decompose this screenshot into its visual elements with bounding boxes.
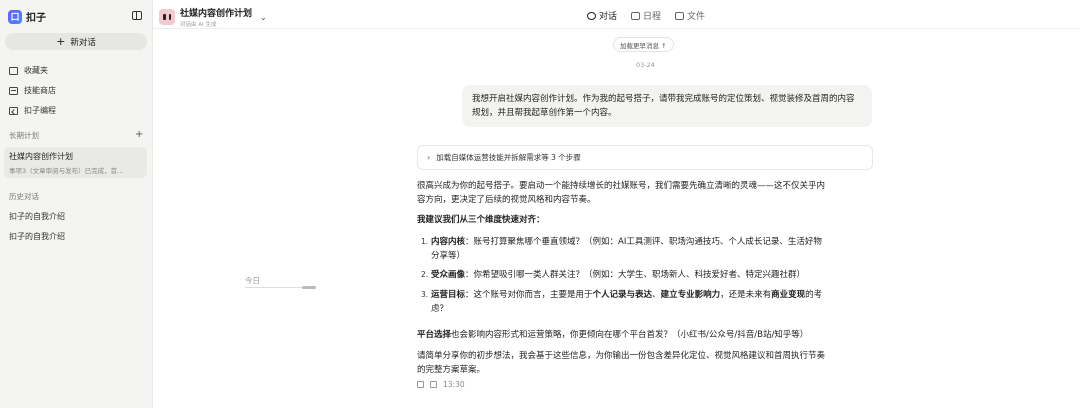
- timeline-handle[interactable]: [302, 286, 316, 289]
- copy-icon[interactable]: [417, 381, 424, 388]
- list-item-text: ：你希望吸引哪一类人群关注？（例如：大学生、职场新人、科技爱好者、特定兴趣社群）: [465, 270, 806, 280]
- list-item-text: 的考: [805, 290, 823, 300]
- list-item-bold: 个人记录与表达: [592, 290, 653, 300]
- app-name: 扣子: [26, 13, 46, 24]
- sidebar-item-coding[interactable]: 扣子编程: [9, 105, 56, 116]
- tab-schedule[interactable]: 日程: [631, 9, 661, 22]
- new-chat-button[interactable]: + 新对话: [5, 33, 147, 50]
- history-item[interactable]: 扣子的自我介绍: [9, 211, 65, 222]
- tab-chat[interactable]: 对话: [587, 9, 617, 22]
- platform-text: 也会影响内容形式和运营策略，你更倾向在哪个平台首发？（小红书/公众号/抖音/B站…: [451, 330, 809, 340]
- code-icon: [9, 106, 18, 115]
- history-heading: 历史对话: [9, 192, 39, 201]
- tab-label: 日程: [643, 12, 662, 22]
- answer-intro-line: 容方向，更决定了后续的视觉风格和内容节奏。: [417, 195, 596, 205]
- new-chat-label: 新对话: [70, 37, 96, 48]
- sidebar-item-skill-store[interactable]: 技能商店: [9, 85, 56, 96]
- header-divider: [153, 28, 1080, 29]
- steps-summary-label: 加载自媒体运营技能并拆解需求等 3 个步骤: [436, 153, 581, 162]
- sidebar-item-favorites[interactable]: 收藏夹: [9, 65, 48, 76]
- tab-label: 对话: [599, 12, 618, 22]
- chat-icon: [587, 11, 596, 20]
- history-item[interactable]: 扣子的自我介绍: [9, 231, 65, 242]
- answer-heading: 我建议我们从三个维度快速对齐：: [417, 213, 877, 227]
- list-item: 2. 受众画像：你希望吸引哪一类人群关注？（例如：大学生、职场新人、科技爱好者、…: [417, 268, 877, 282]
- plan-title: 社媒内容创作计划: [9, 152, 73, 161]
- chat-title: 社媒内容创作计划: [180, 9, 253, 19]
- list-item: 1. 内容内核：账号打算聚焦哪个垂直领域？（例如：AI工具测评、职场沟通技巧、个…: [417, 235, 877, 263]
- answer-closing-line: 的完整方案草案。: [417, 365, 486, 375]
- date-separator: 03-24: [636, 61, 655, 69]
- list-number: 2.: [421, 270, 429, 279]
- list-item-text: 虑？: [431, 304, 449, 314]
- list-item-bold: 建立专业影响力: [660, 290, 721, 300]
- message-actions: 13:30: [417, 380, 465, 389]
- plan-subtitle: 事项3（文章审阅与发布）已完成，首...: [9, 167, 124, 175]
- app-logo-icon: 口: [8, 9, 22, 24]
- chat-header[interactable]: 社媒内容创作计划 对话由 AI 生成 ⌄: [159, 6, 267, 28]
- list-item: 3. 运营目标：这个账号对你而言，主要是用于个人记录与表达、建立专业影响力，还是…: [417, 288, 877, 316]
- brand[interactable]: 口 扣子: [8, 9, 46, 24]
- sidebar-item-label: 技能商店: [24, 86, 56, 95]
- load-more-button[interactable]: 加载更早消息 ↑: [613, 37, 674, 52]
- long-term-plan-heading: 长期计划: [9, 131, 39, 140]
- chevron-down-icon[interactable]: ⌄: [260, 13, 267, 22]
- list-item-text: 、: [652, 290, 661, 300]
- list-item-bold: 商业变现: [771, 290, 806, 300]
- answer-heading-text: 我建议我们从三个维度快速对齐：: [417, 215, 545, 225]
- sidebar: 口 扣子 + 新对话 收藏夹 技能商店 扣子编程 长期计划 + 社媒内容创作计划…: [0, 0, 153, 408]
- list-number: 3.: [421, 290, 429, 299]
- chevron-right-icon: ›: [427, 153, 431, 162]
- share-icon[interactable]: [430, 381, 437, 388]
- message-time: 13:30: [443, 380, 465, 389]
- user-message: 我想开启社媒内容创作计划。作为我的起号搭子，请带我完成账号的定位策划、视觉装修及…: [462, 85, 872, 127]
- sidebar-item-label: 扣子编程: [24, 106, 56, 115]
- list-item-bold: 内容内核: [431, 237, 466, 247]
- answer-intro-line: 很高兴成为你的起号搭子。要启动一个能持续增长的社媒账号，我们需要先确立清晰的灵魂…: [417, 181, 826, 191]
- sidebar-collapse-icon[interactable]: [132, 11, 142, 20]
- tab-files[interactable]: 文件: [675, 9, 705, 22]
- bot-avatar: [159, 9, 175, 25]
- list-item-text: ：这个账号对你而言，主要是用于: [465, 290, 593, 300]
- steps-summary[interactable]: › 加载自媒体运营技能并拆解需求等 3 个步骤: [417, 145, 873, 170]
- folder-icon: [675, 11, 685, 20]
- list-item-bold: 运营目标: [431, 290, 466, 300]
- list-item-text: ，还是未来有: [720, 290, 772, 300]
- add-plan-button[interactable]: +: [135, 129, 143, 140]
- store-icon: [9, 86, 18, 95]
- plus-icon: +: [56, 35, 66, 48]
- list-item-bold: 受众画像: [431, 270, 466, 280]
- list-item-text: 分享等）: [431, 251, 466, 261]
- chat-subtitle: 对话由 AI 生成: [180, 22, 217, 28]
- answer-platform: 平台选择也会影响内容形式和运营策略，你更倾向在哪个平台首发？（小红书/公众号/抖…: [417, 328, 877, 342]
- sidebar-item-label: 收藏夹: [24, 66, 48, 75]
- list-item-text: ：账号打算聚焦哪个垂直领域？（例如：AI工具测评、职场沟通技巧、个人成长记录、生…: [465, 237, 822, 247]
- plan-item[interactable]: 社媒内容创作计划 事项3（文章审阅与发布）已完成，首...: [4, 147, 147, 178]
- platform-bold: 平台选择: [417, 330, 452, 340]
- tab-label: 文件: [687, 12, 706, 22]
- tabs: 对话 日程 文件: [587, 9, 705, 22]
- folder-icon: [9, 66, 18, 75]
- list-number: 1.: [421, 237, 429, 246]
- answer-closing-line: 请简单分享你的初步想法，我会基于这些信息，为你输出一份包含差异化定位、视觉风格建…: [417, 351, 826, 361]
- calendar-icon: [631, 11, 641, 20]
- timeline-today-label: 今日: [245, 276, 260, 285]
